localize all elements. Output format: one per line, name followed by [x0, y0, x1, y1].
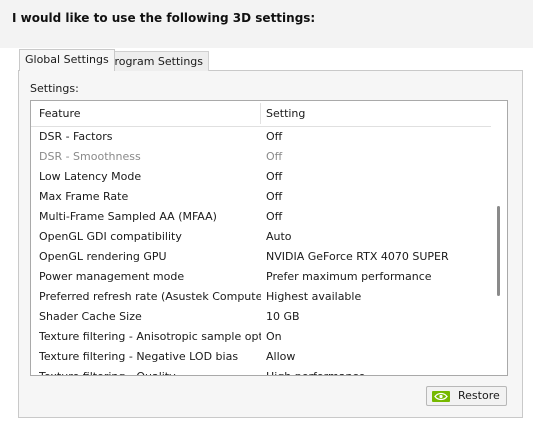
table-row[interactable]: Max Frame Rate Off	[31, 187, 491, 207]
table-row[interactable]: Texture filtering - Negative LOD bias All…	[31, 347, 491, 367]
setting-cell[interactable]: 10 GB	[266, 307, 300, 327]
setting-cell[interactable]: Allow	[266, 347, 295, 367]
table-row[interactable]: Multi-Frame Sampled AA (MFAA) Off	[31, 207, 491, 227]
scrollbar-thumb[interactable]	[497, 206, 500, 296]
table-row[interactable]: DSR - Smoothness Off	[31, 147, 491, 167]
table-row[interactable]: Shader Cache Size 10 GB	[31, 307, 491, 327]
setting-cell[interactable]: High performance	[266, 367, 365, 375]
table-row[interactable]: OpenGL GDI compatibility Auto	[31, 227, 491, 247]
setting-cell[interactable]: Off	[266, 167, 282, 187]
feature-cell: Shader Cache Size	[39, 310, 142, 323]
settings-list[interactable]: Feature Setting DSR - Factors Off DSR - Sm…	[30, 100, 508, 376]
tab-program-settings[interactable]: Program Settings	[102, 51, 210, 71]
table-row[interactable]: Texture filtering - Quality High performa…	[31, 367, 491, 375]
page-heading: I would like to use the following 3D set…	[12, 11, 316, 25]
feature-cell: Texture filtering - Anisotropic sample o…	[39, 330, 261, 343]
setting-cell[interactable]: Prefer maximum performance	[266, 267, 432, 287]
vertical-scrollbar[interactable]	[491, 101, 507, 375]
feature-cell: Texture filtering - Quality	[39, 367, 261, 375]
nvidia-logo-icon	[432, 391, 450, 402]
column-header-setting[interactable]: Setting	[266, 101, 305, 126]
settings-label: Settings:	[30, 82, 79, 95]
setting-cell[interactable]: Off	[266, 147, 282, 167]
feature-cell: Multi-Frame Sampled AA (MFAA)	[39, 210, 217, 223]
setting-cell[interactable]: Off	[266, 127, 282, 147]
column-divider[interactable]	[260, 103, 261, 124]
table-row[interactable]: Power management mode Prefer maximum perf…	[31, 267, 491, 287]
setting-cell[interactable]: Auto	[266, 227, 292, 247]
feature-cell: Power management mode	[39, 270, 185, 283]
restore-label: Restore	[458, 389, 500, 402]
settings-rows: DSR - Factors Off DSR - Smoothness Off Low L…	[31, 127, 491, 375]
table-row[interactable]: Preferred refresh rate (Asustek Computer…	[31, 287, 491, 307]
table-row[interactable]: DSR - Factors Off	[31, 127, 491, 147]
feature-cell: OpenGL rendering GPU	[39, 250, 167, 263]
setting-cell[interactable]: Off	[266, 207, 282, 227]
tab-global-settings[interactable]: Global Settings	[19, 49, 115, 71]
table-row[interactable]: Texture filtering - Anisotropic sample o…	[31, 327, 491, 347]
feature-cell: Max Frame Rate	[39, 190, 129, 203]
setting-cell[interactable]: On	[266, 327, 282, 347]
setting-cell[interactable]: Highest available	[266, 287, 361, 307]
restore-button[interactable]: Restore	[426, 386, 507, 406]
feature-cell: Low Latency Mode	[39, 170, 142, 183]
feature-cell: DSR - Factors	[39, 130, 113, 143]
feature-cell: Preferred refresh rate (Asustek Computer…	[39, 290, 261, 303]
feature-cell: DSR - Smoothness	[39, 150, 141, 163]
feature-cell: OpenGL GDI compatibility	[39, 230, 182, 243]
setting-cell[interactable]: NVIDIA GeForce RTX 4070 SUPER	[266, 247, 449, 267]
feature-cell: Texture filtering - Negative LOD bias	[39, 350, 239, 363]
table-row[interactable]: OpenGL rendering GPU NVIDIA GeForce RTX 4…	[31, 247, 491, 267]
column-header-feature[interactable]: Feature	[39, 101, 81, 126]
setting-cell[interactable]: Off	[266, 187, 282, 207]
list-header: Feature Setting	[31, 101, 507, 127]
table-row[interactable]: Low Latency Mode Off	[31, 167, 491, 187]
